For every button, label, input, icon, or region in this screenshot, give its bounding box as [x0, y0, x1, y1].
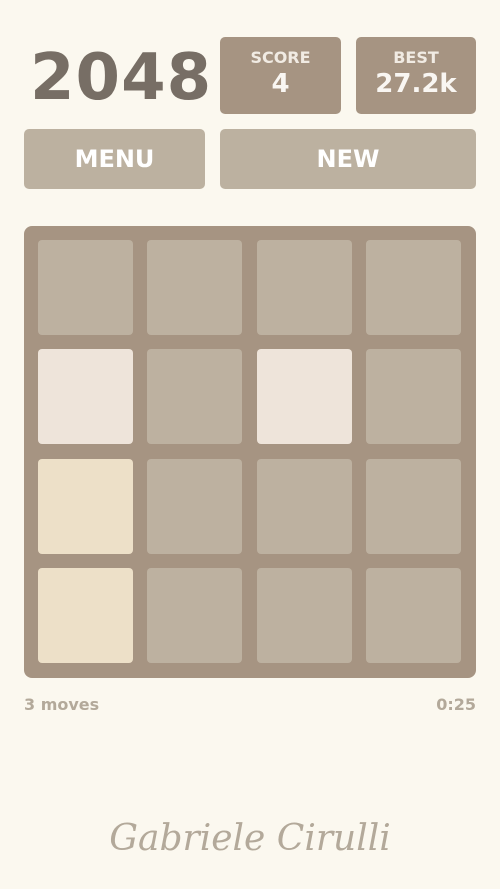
move-counter: 3 moves [24, 695, 100, 714]
empty-cell [147, 240, 243, 335]
menu-button[interactable]: MENU [24, 129, 205, 189]
score-box: SCORE 4 [220, 37, 341, 114]
empty-cell [365, 240, 461, 335]
empty-cell [365, 567, 461, 663]
best-score-box: BEST 27.2k [356, 37, 476, 114]
score-label: SCORE [250, 48, 311, 67]
empty-cell [365, 349, 461, 445]
best-label: BEST [393, 48, 439, 67]
tile-2 [256, 349, 352, 445]
empty-cell [147, 567, 243, 663]
empty-cell [256, 240, 352, 335]
best-value: 27.2k [375, 69, 457, 99]
author-signature: Gabriele Cirulli [109, 818, 391, 859]
empty-cell [147, 458, 243, 554]
game-board[interactable] [24, 226, 476, 678]
tile-4 [38, 458, 133, 554]
empty-cell [256, 458, 352, 554]
game-title: 2048 [30, 41, 213, 115]
game-timer: 0:25 [436, 695, 476, 714]
empty-cell [147, 349, 243, 445]
tile-2 [38, 349, 133, 445]
new-game-button[interactable]: NEW [220, 129, 476, 189]
score-value: 4 [271, 69, 290, 99]
empty-cell [365, 458, 461, 554]
tile-4 [38, 567, 133, 663]
empty-cell [256, 567, 352, 663]
empty-cell [38, 240, 133, 335]
